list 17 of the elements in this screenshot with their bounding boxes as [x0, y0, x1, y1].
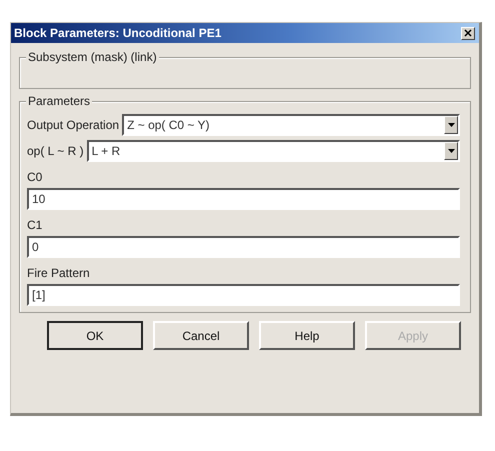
- dropdown[interactable]: L + R: [86, 140, 460, 162]
- input-field[interactable]: [1]: [27, 284, 460, 306]
- group-title: Parameters: [26, 94, 92, 108]
- close-icon[interactable]: [461, 26, 475, 40]
- field-label: C1: [27, 218, 44, 232]
- field-label: op( L ~ R ): [27, 144, 84, 158]
- input-field[interactable]: 0: [27, 236, 460, 258]
- dialog-button[interactable]: Help: [259, 321, 355, 350]
- field-label: Fire Pattern: [27, 266, 91, 280]
- dialog-button[interactable]: Cancel: [153, 321, 249, 350]
- window-title: Block Parameters: Uncoditional PE1: [14, 26, 222, 40]
- dialog-button[interactable]: OK: [47, 321, 143, 350]
- field-label: Output Operation: [27, 118, 120, 132]
- field-label: C0: [27, 170, 44, 184]
- group-title: Subsystem (mask) (link): [26, 50, 159, 64]
- dropdown[interactable]: Z ~ op( C0 ~ Y): [122, 114, 460, 136]
- input-field[interactable]: 10: [27, 188, 460, 210]
